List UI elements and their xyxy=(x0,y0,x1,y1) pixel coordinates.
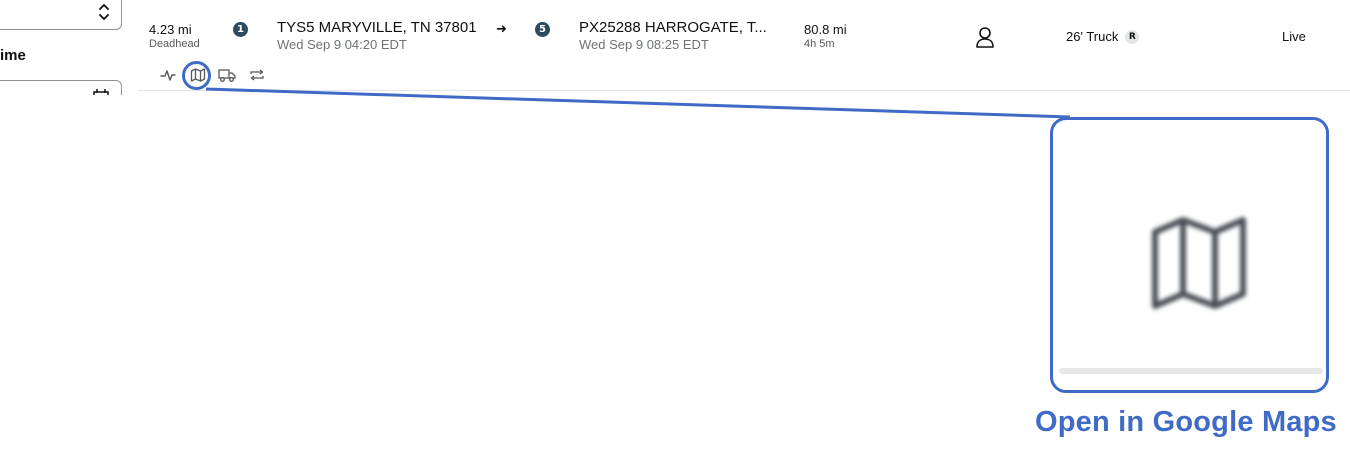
origin-time: Wed Sep 9 04:20 EDT xyxy=(277,37,407,52)
chevron-updown-icon xyxy=(99,4,109,20)
date-input[interactable] xyxy=(0,80,122,95)
trip-distance-cell: 80.8 mi 4h 5m xyxy=(804,22,847,51)
route-arrow-icon: ➜ xyxy=(496,21,507,36)
destination-stop-badge: 5 xyxy=(535,22,550,37)
zoom-callout xyxy=(1050,117,1329,393)
destination-cell: PX25288 HARROGATE, T... Wed Sep 9 08:25 … xyxy=(579,19,767,53)
callout-caption: Open in Google Maps xyxy=(1035,406,1337,438)
zoom-divider xyxy=(1059,368,1323,374)
origin-name: TYS5 MARYVILLE, TN 37801 xyxy=(277,19,477,36)
load-row[interactable]: 4.23 mi Deadhead 1 TYS5 MARYVILLE, TN 37… xyxy=(138,0,1350,91)
origin-stop-badge: 1 xyxy=(233,22,248,37)
swap-icon[interactable] xyxy=(247,65,267,85)
deadhead-label: Deadhead xyxy=(149,38,200,50)
trip-duration: 4h 5m xyxy=(804,38,835,50)
origin-cell: TYS5 MARYVILLE, TN 37801 Wed Sep 9 04:20… xyxy=(277,19,477,53)
map-icon-highlight xyxy=(182,61,211,90)
equipment-badge: R xyxy=(1125,30,1140,44)
deadhead-cell: 4.23 mi Deadhead xyxy=(149,22,200,51)
map-icon-zoomed xyxy=(1152,217,1246,309)
equipment-cell: 26' Truck R xyxy=(1066,29,1140,45)
destination-time: Wed Sep 9 08:25 EDT xyxy=(579,37,709,52)
filter-panel: ime xyxy=(0,0,124,95)
sort-select[interactable] xyxy=(0,0,122,30)
filter-section-label: ime xyxy=(0,47,26,64)
driver-icon[interactable] xyxy=(975,26,995,48)
trip-distance: 80.8 mi xyxy=(804,22,847,37)
calendar-icon[interactable] xyxy=(93,89,109,95)
equipment-label: 26' Truck xyxy=(1066,29,1119,44)
truck-icon[interactable] xyxy=(217,65,237,85)
activity-icon[interactable] xyxy=(158,65,178,85)
status-label: Live xyxy=(1282,29,1306,44)
deadhead-distance: 4.23 mi xyxy=(149,22,192,37)
destination-name: PX25288 HARROGATE, T... xyxy=(579,19,767,36)
